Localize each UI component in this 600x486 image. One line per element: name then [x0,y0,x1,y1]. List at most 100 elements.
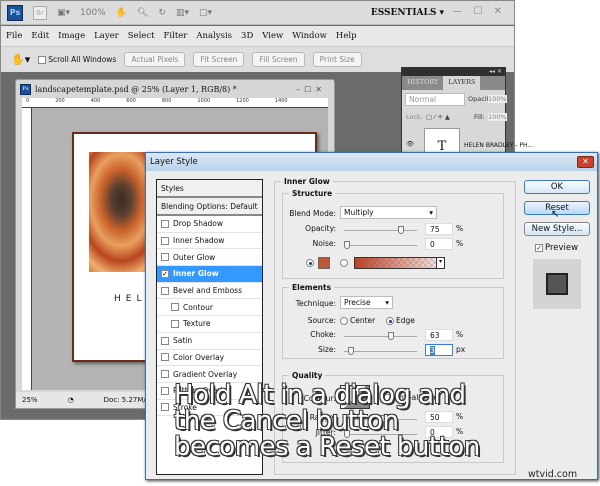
horizontal-ruler: 0 200 400 600 800 1000 1200 1400 [22,98,328,108]
opacity-field[interactable]: 100% [488,95,507,103]
fill-label: Fill: [474,113,485,121]
preview-checkbox[interactable]: ✓ Preview [535,243,578,253]
menu-image[interactable]: Image [58,31,85,41]
mouse-cursor-icon: ↖ [551,209,560,220]
zoom-level[interactable]: 100% [80,8,106,18]
menu-layer[interactable]: Layer [94,31,119,41]
menu-help[interactable]: Help [336,31,357,41]
hand-tool-preset-icon[interactable]: ✋▾ [11,53,30,66]
hand-tool-icon[interactable]: ✋ [116,8,127,18]
style-outer-glow[interactable]: Outer Glow [157,249,262,267]
opacity-input[interactable]: 75 [425,223,453,235]
workspace-switcher[interactable]: ESSENTIALS ▾ [371,8,444,18]
gradient-radio[interactable] [340,259,348,267]
tab-layers[interactable]: LAYERS [443,76,481,90]
tab-history[interactable]: HISTORY [402,76,443,90]
scroll-all-windows-checkbox[interactable]: Scroll All Windows [38,55,116,64]
style-contour[interactable]: Contour [157,299,262,317]
noise-input[interactable]: 0 [425,238,453,250]
technique-select[interactable]: Precise ▾ [340,296,393,309]
document-window-controls[interactable]: –☐✕ [296,85,326,94]
percent-unit: % [456,239,464,248]
size-value: 3 [430,346,435,355]
visibility-eye-icon[interactable]: 👁︎ [406,140,414,148]
menu-select[interactable]: Select [128,31,155,41]
screen-mode-icon[interactable]: ▣▾ [57,8,70,18]
fit-screen-button[interactable]: Fit Screen [193,52,245,67]
zoom-readout[interactable]: 25% [22,396,38,404]
ruler-tick: 600 [126,98,136,104]
new-style-button[interactable]: New Style... [524,222,590,236]
elements-title: Elements [292,283,332,292]
size-input[interactable]: 3 [425,344,453,356]
size-slider[interactable] [344,347,417,355]
ruler-tick: 800 [161,98,172,104]
ruler-tick: 200 [55,98,65,104]
style-inner-glow[interactable]: ✓ Inner Glow [157,266,262,283]
source-center-radio[interactable] [340,317,348,325]
gradient-picker[interactable]: ▾ [354,257,445,269]
caption-line: Hold Alt in a dialog and [174,380,466,410]
px-unit: px [456,345,466,354]
actual-pixels-button[interactable]: Actual Pixels [124,52,186,67]
style-drop-shadow[interactable]: Drop Shadow [157,216,262,233]
fill-field[interactable]: 100% [488,113,507,121]
glow-color-swatch[interactable] [318,257,330,269]
style-satin[interactable]: Satin [157,333,262,350]
chevron-down-icon[interactable]: ▾ [436,258,444,268]
slider-thumb[interactable] [398,226,404,234]
panel-collapse-icon[interactable]: ◂◂ ✕ [402,68,505,76]
menu-analysis[interactable]: Analysis [196,31,232,41]
fill-screen-button[interactable]: Fill Screen [252,52,305,67]
blending-options-item[interactable]: Blending Options: Default [157,198,262,216]
menu-filter[interactable]: Filter [164,31,188,41]
document-tab[interactable]: Ps landscapetemplate.psd @ 25% (Layer 1,… [16,80,334,98]
zoom-tool-icon[interactable]: 🔍︎ [137,8,148,18]
style-bevel-emboss[interactable]: Bevel and Emboss [157,283,262,300]
workspace-label: ESSENTIALS [370,8,437,18]
rotate-view-icon[interactable]: ↻ [158,8,166,18]
menu-file[interactable]: File [6,31,22,41]
bridge-button[interactable]: Br [33,5,47,20]
document-title: landscapetemplate.psd @ 25% (Layer 1, RG… [35,84,237,94]
quality-title: Quality [292,371,323,380]
size-label: Size: [318,345,336,354]
status-menu-icon[interactable]: ◔ [68,396,74,404]
close-icon[interactable]: ✕ [577,156,594,168]
opacity-slider[interactable] [344,226,417,234]
photoshop-logo: Ps [7,4,23,21]
solid-color-radio[interactable] [306,259,314,267]
noise-label: Noise: [312,239,336,248]
arrange-documents-icon[interactable]: ▥▾ [176,8,189,18]
slider-thumb[interactable] [388,332,394,340]
screen-mode-menu-icon[interactable]: ▢▾ [199,8,212,18]
window-controls[interactable]: — ☐ ✕ [452,6,506,17]
menu-edit[interactable]: Edit [31,31,49,41]
choke-input[interactable]: 63 [425,329,453,341]
lock-icons[interactable]: ▢ ⁄ ✛ ▲ [426,113,450,121]
slider-thumb[interactable] [344,241,350,249]
menu-3d[interactable]: 3D [241,31,253,41]
menu-window[interactable]: Window [292,31,327,41]
layer-name[interactable]: HELEN BRADLEY - PH... [464,142,533,149]
ok-button[interactable]: OK [524,180,590,194]
blend-mode-select[interactable]: Multiply ▾ [340,206,437,219]
menu-view[interactable]: View [262,31,283,41]
style-preview [533,259,581,309]
slider-thumb[interactable] [348,347,354,355]
style-inner-shadow[interactable]: Inner Shadow [157,233,262,250]
preview-swatch [546,273,568,295]
source-label: Source: [307,316,336,325]
blend-mode-select[interactable]: Normal [405,93,465,106]
styles-item[interactable]: Styles [157,180,262,198]
source-edge-radio[interactable] [386,317,394,325]
noise-slider[interactable] [344,241,417,249]
print-size-button[interactable]: Print Size [312,52,362,67]
choke-slider[interactable] [344,332,417,340]
structure-title: Structure [292,189,333,198]
style-texture[interactable]: Texture [157,316,262,333]
ruler-tick: 1200 [236,98,249,104]
style-color-overlay[interactable]: Color Overlay [157,350,262,367]
ruler-tick: 1400 [274,98,288,104]
ruler-tick: 0 [26,98,30,104]
